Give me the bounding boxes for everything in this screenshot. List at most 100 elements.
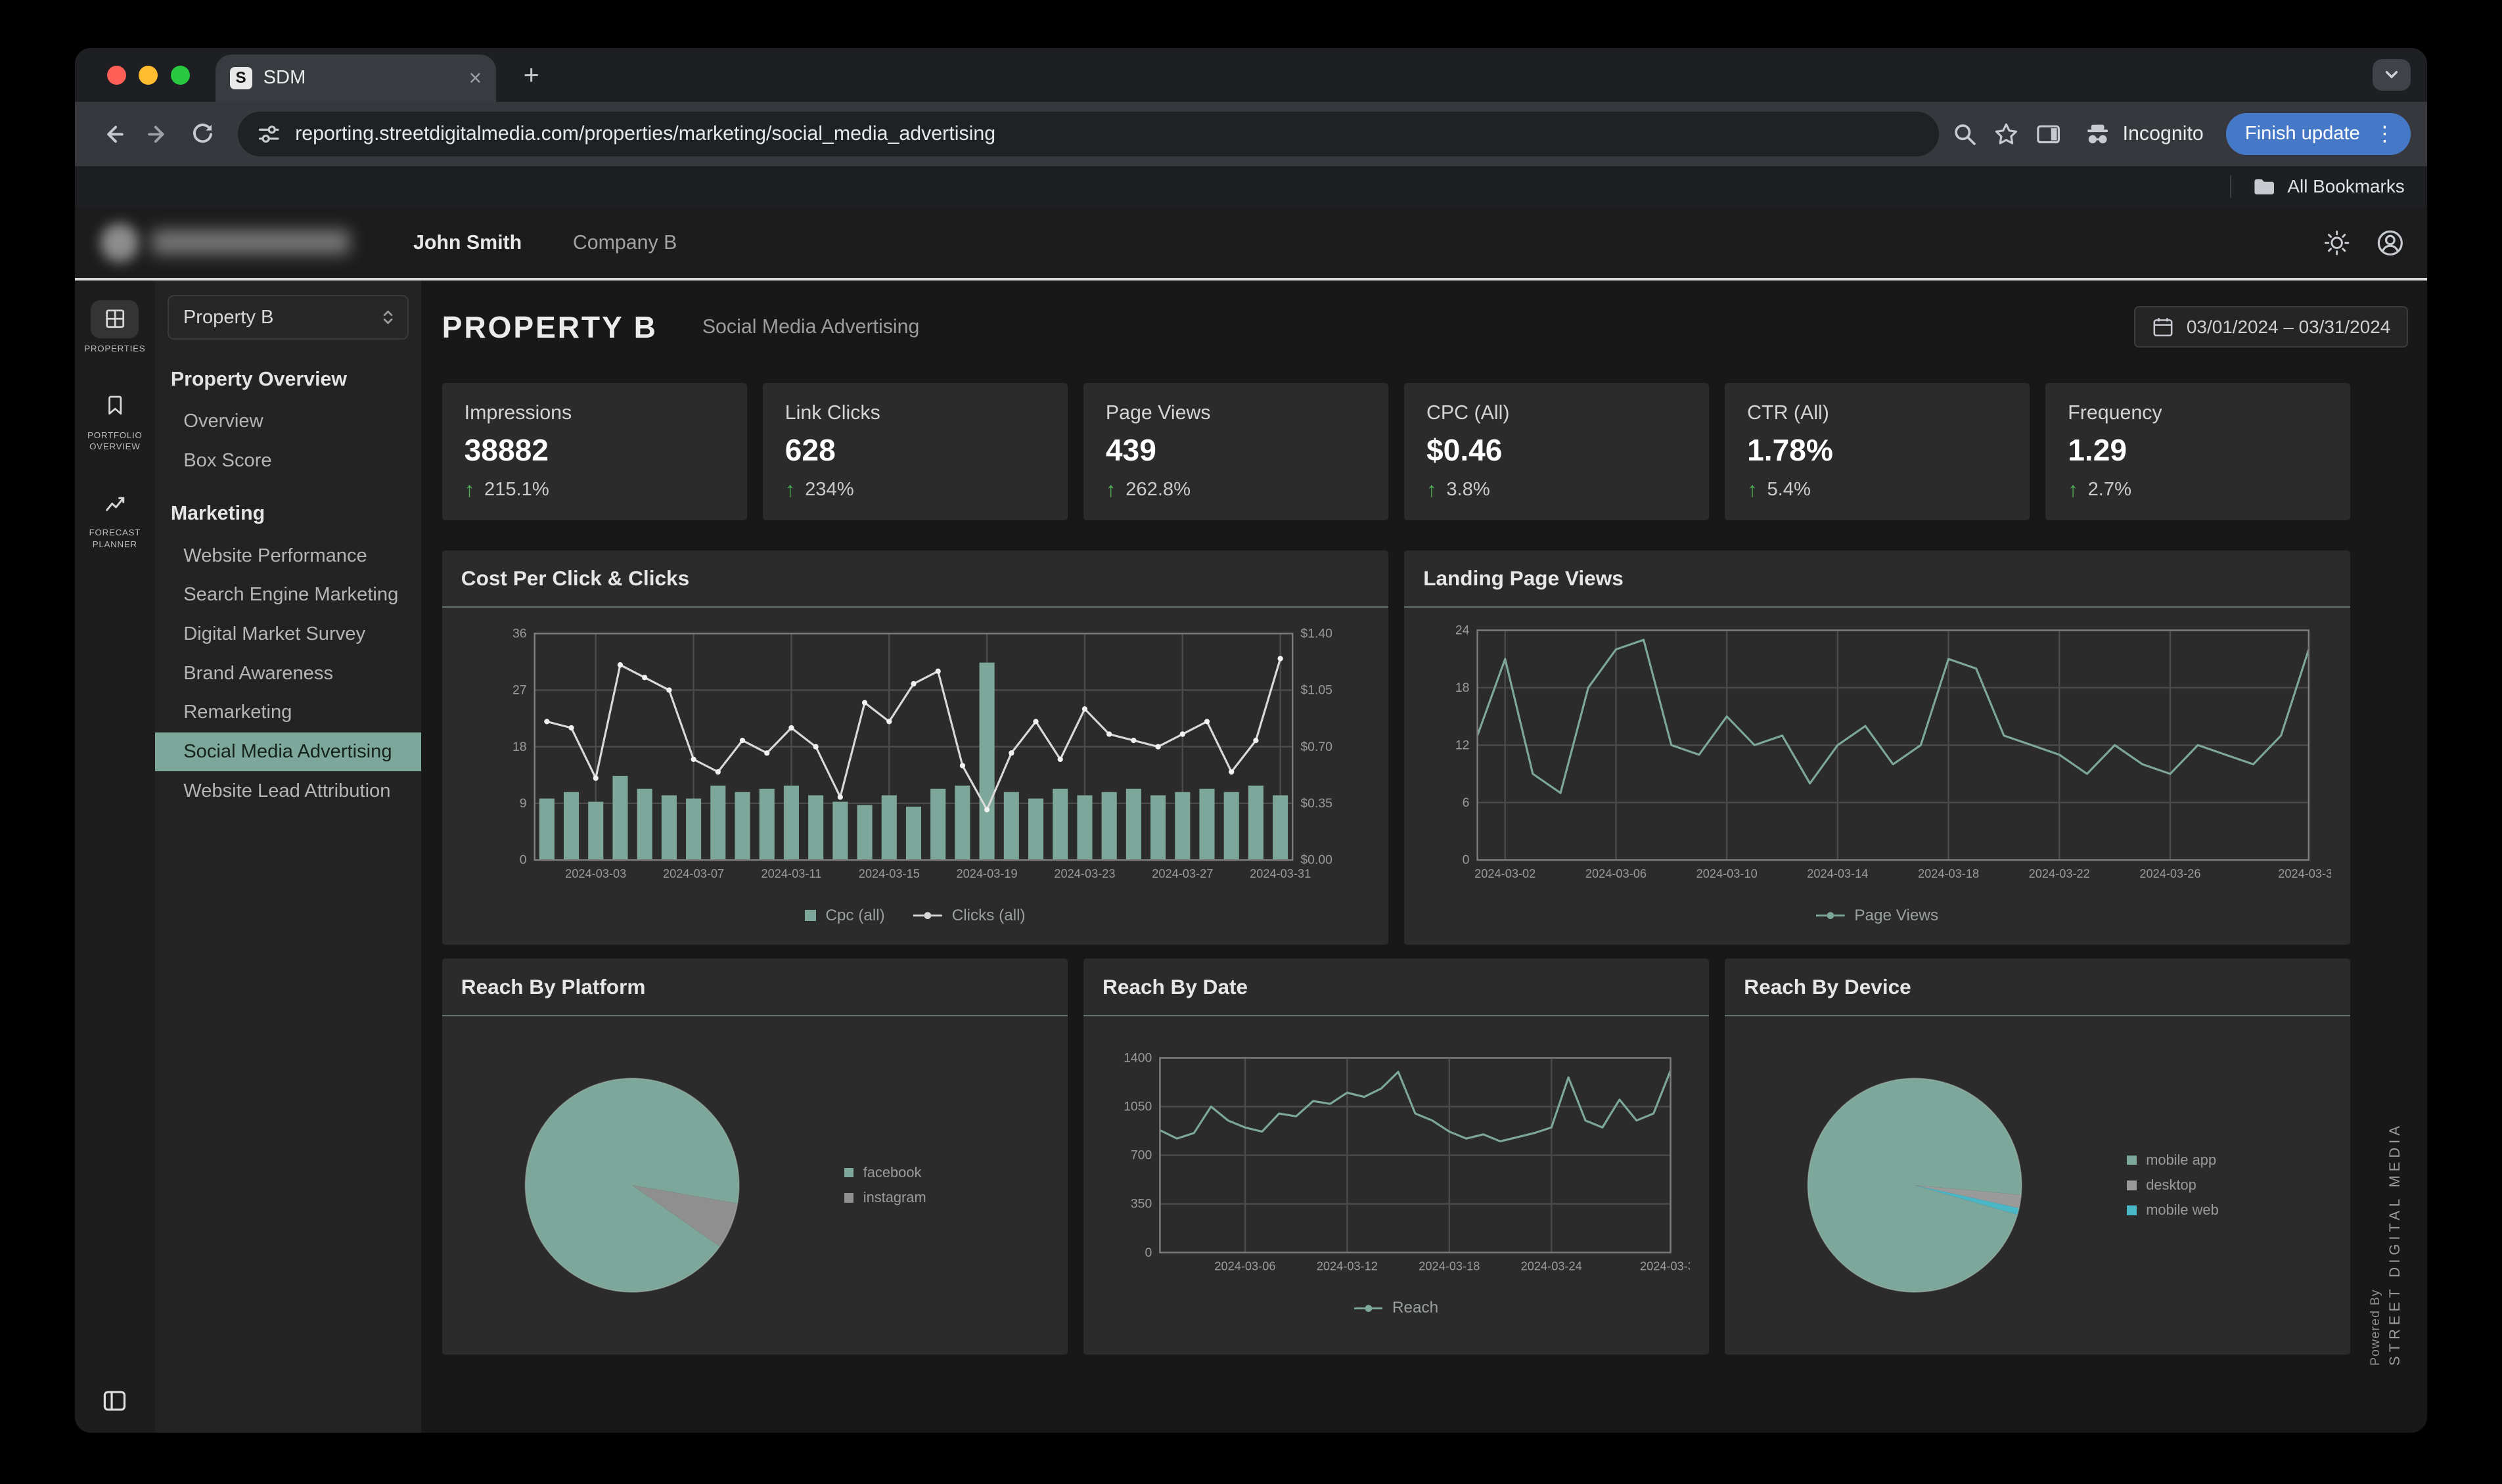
property-selector[interactable]: Property B [167, 295, 409, 340]
tab-close-icon[interactable]: × [469, 67, 482, 89]
rail-item-label: PROPERTIES [84, 344, 146, 354]
svg-text:2024-03-03: 2024-03-03 [565, 867, 626, 880]
close-window-button[interactable] [106, 65, 126, 85]
bookmarks-divider [2230, 175, 2232, 198]
sidebar-item-brand-awareness[interactable]: Brand Awareness [155, 654, 422, 693]
side-panel-icon[interactable] [2035, 122, 2062, 147]
trend-up-icon: ↑ [464, 477, 475, 501]
sidebar-item-remarketing[interactable]: Remarketing [155, 693, 422, 732]
legend-label: desktop [2146, 1177, 2196, 1194]
reach-by-device-panel: Reach By Device mobile app desktop mobile … [1725, 958, 2351, 1355]
sidebar-item-social-media-advertising[interactable]: Social Media Advertising [154, 732, 422, 772]
browser-toolbar: reporting.streetdigitalmedia.com/propert… [75, 102, 2427, 166]
user-account-icon[interactable] [2376, 229, 2405, 258]
company-link[interactable]: Company B [573, 232, 677, 254]
theme-toggle-sun-icon[interactable] [2323, 229, 2350, 256]
sidebar-item-search-engine-marketing[interactable]: Search Engine Marketing [155, 575, 422, 615]
powered-by-line1: Powered By [2367, 1288, 2382, 1366]
new-tab-button[interactable]: + [512, 56, 550, 94]
chart-title: Cost Per Click & Clicks [461, 566, 690, 590]
svg-text:2024-03-14: 2024-03-14 [1807, 867, 1868, 880]
rail-item-portfolio-overview[interactable]: PORTFOLIO OVERVIEW [75, 383, 154, 455]
page-title: PROPERTY B [442, 309, 658, 344]
collapse-sidebar-icon[interactable] [102, 1388, 127, 1414]
legend-item: Cpc (all) [804, 907, 885, 925]
sidebar-item-website-performance[interactable]: Website Performance [155, 536, 422, 575]
browser-menu-icon[interactable]: ⋮ [2365, 122, 2405, 146]
svg-text:700: 700 [1131, 1148, 1152, 1162]
rail-item-label: PORTFOLIO OVERVIEW [87, 430, 143, 451]
rail-item-forecast-planner[interactable]: FORECAST PLANNER [75, 481, 154, 553]
rail-item-label: FORECAST PLANNER [89, 528, 141, 549]
legend-item: desktop [2127, 1177, 2219, 1194]
legend-line-marker-icon [913, 912, 943, 920]
chart-title: Landing Page Views [1423, 566, 1624, 590]
url-text[interactable]: reporting.streetdigitalmedia.com/propert… [295, 123, 995, 145]
search-icon[interactable] [1952, 122, 1978, 147]
kpi-value: 1.78% [1747, 433, 1833, 468]
window-controls [106, 65, 190, 85]
kpi-change: ↑ 262.8% [1105, 477, 1191, 501]
main-content: PROPERTY B Social Media Advertising 03/0… [421, 281, 2427, 1433]
zoom-window-button[interactable] [170, 65, 190, 85]
sidebar-item-website-lead-attribution[interactable]: Website Lead Attribution [155, 771, 422, 811]
svg-text:0: 0 [1145, 1245, 1152, 1259]
bookmark-star-icon[interactable] [1993, 122, 2019, 147]
properties-icon [91, 300, 139, 338]
legend-item: instagram [844, 1189, 926, 1206]
kpi-label: Impressions [464, 401, 572, 424]
trend-up-icon: ↑ [785, 477, 796, 501]
kpi-value: 439 [1105, 433, 1156, 468]
sidebar-item-box-score[interactable]: Box Score [155, 441, 422, 481]
chart-legend: facebook instagram [844, 1164, 926, 1206]
incognito-icon [2084, 123, 2111, 145]
chart-title: Reach By Platform [461, 974, 646, 999]
kpi-change: ↑ 3.8% [1426, 477, 1490, 501]
user-name-link[interactable]: John Smith [413, 232, 522, 254]
svg-text:$1.40: $1.40 [1300, 626, 1332, 641]
cpc-clicks-panel: Cost Per Click & Clicks 0 9 18 27 36 $0.00 $0.… [442, 550, 1388, 945]
svg-text:2024-03-06: 2024-03-06 [1214, 1259, 1275, 1272]
kpi-label: CTR (All) [1747, 401, 1829, 424]
svg-text:2024-03-27: 2024-03-27 [1152, 867, 1213, 880]
forward-button[interactable] [135, 112, 180, 156]
browser-tab[interactable]: S SDM × [215, 54, 497, 102]
minimize-window-button[interactable] [139, 65, 158, 85]
date-range-picker[interactable]: 03/01/2024 – 03/31/2024 [2134, 306, 2408, 348]
reach-by-date-chart: 0 350 700 1050 1400 2024-03-06 2024-03-12 2024-… [1103, 1045, 1690, 1284]
legend-swatch-icon [2127, 1180, 2137, 1190]
incognito-label: Incognito [2122, 122, 2204, 145]
back-button[interactable] [91, 112, 135, 156]
legend-label: facebook [863, 1164, 922, 1181]
kpi-card-link-clicks: Link Clicks 628 ↑ 234% [762, 382, 1068, 520]
chart-legend: Page Views [1404, 891, 2350, 939]
folder-icon [2252, 175, 2276, 198]
svg-text:2024-03-22: 2024-03-22 [2029, 867, 2090, 880]
address-bar[interactable]: reporting.streetdigitalmedia.com/propert… [237, 111, 1940, 156]
trend-up-icon: ↑ [1747, 477, 1758, 501]
rail-item-properties[interactable]: PROPERTIES [75, 297, 154, 358]
svg-text:2024-03-10: 2024-03-10 [1696, 867, 1758, 880]
sidebar-item-overview[interactable]: Overview [155, 402, 422, 441]
page-subtitle: Social Media Advertising [702, 315, 920, 338]
kpi-value: 628 [785, 433, 836, 468]
landing-page-views-chart: 0 6 12 18 24 2024-03-02 2024-03-06 2024-03-10 20… [1423, 618, 2331, 892]
reload-button[interactable] [180, 112, 225, 156]
desktop-background: S SDM × + reporting.streetdigitalmedia.c… [0, 0, 2502, 1484]
kpi-card-impressions: Impressions 38882 ↑ 215.1% [442, 382, 747, 520]
all-bookmarks-label[interactable]: All Bookmarks [2287, 176, 2404, 197]
legend-swatch-icon [844, 1167, 854, 1178]
logo-mark [100, 223, 139, 262]
date-range-value: 03/01/2024 – 03/31/2024 [2186, 316, 2391, 337]
legend-label: Clicks (all) [951, 906, 1026, 924]
kpi-value: $0.46 [1426, 433, 1503, 468]
tab-search-button[interactable] [2373, 58, 2411, 91]
finish-update-label: Finish update [2244, 123, 2360, 145]
site-settings-icon[interactable] [257, 122, 281, 146]
powered-by-branding: Powered By STREET DIGITAL MEDIA [2368, 1094, 2409, 1366]
calendar-icon [2152, 316, 2174, 338]
chart-legend: Reach [1083, 1284, 1709, 1332]
sidebar-item-digital-market-survey[interactable]: Digital Market Survey [155, 615, 422, 654]
cpc-clicks-chart: 0 9 18 27 36 $0.00 $0.35 $0.70 $1.05 $1.40 2024-03… [461, 618, 1369, 892]
finish-update-button[interactable]: Finish update ⋮ [2225, 113, 2411, 155]
